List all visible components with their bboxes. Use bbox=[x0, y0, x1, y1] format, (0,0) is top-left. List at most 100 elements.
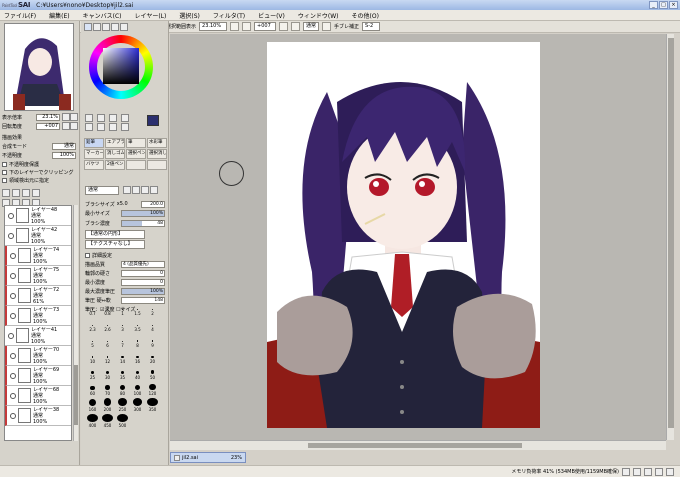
color-wheel-tab-icon[interactable] bbox=[84, 23, 92, 31]
brush-size-preset[interactable]: 2 bbox=[145, 302, 160, 316]
detail-toggle[interactable] bbox=[85, 252, 90, 258]
quality-select[interactable]: 4 (品質優先) bbox=[121, 260, 165, 268]
tool-button[interactable]: 鉛筆 bbox=[84, 138, 104, 148]
tool-button[interactable] bbox=[126, 160, 146, 170]
opacity-field[interactable]: 100% bbox=[52, 151, 76, 159]
menu-file[interactable]: ファイル(F) bbox=[4, 11, 36, 20]
navigator-preview[interactable] bbox=[4, 23, 74, 111]
menu-other[interactable]: その他(O) bbox=[352, 11, 379, 20]
brush-size-preset[interactable]: 6 bbox=[100, 334, 115, 348]
layer-row[interactable]: レイヤー72 通常 61% bbox=[5, 286, 71, 306]
menu-select[interactable]: 選択(S) bbox=[179, 11, 200, 20]
protect-checkbox[interactable] bbox=[2, 161, 7, 167]
merge-icon[interactable] bbox=[32, 189, 40, 197]
brush-size-preset[interactable]: 200 bbox=[100, 398, 115, 412]
primary-color-swatch[interactable] bbox=[147, 115, 159, 126]
brush-size-preset[interactable]: 3.5 bbox=[130, 318, 145, 332]
visibility-eye-icon[interactable] bbox=[10, 372, 16, 379]
shape-medium-icon[interactable] bbox=[132, 186, 140, 194]
max-pressure-slider[interactable]: 100% bbox=[121, 287, 165, 295]
tool-button[interactable]: 消しゴム bbox=[105, 149, 125, 159]
magic-wand-icon[interactable] bbox=[109, 114, 117, 122]
blend-mode-field[interactable]: 通常 bbox=[303, 22, 320, 31]
min-density-slider[interactable]: 0 bbox=[121, 278, 165, 286]
swatch-tab-icon[interactable] bbox=[111, 23, 119, 31]
shape-round-icon[interactable] bbox=[123, 186, 131, 194]
layer-row[interactable]: レイヤー38 通常 100% bbox=[5, 406, 71, 426]
move-icon[interactable] bbox=[85, 123, 93, 131]
brush-size-preset[interactable]: 30 bbox=[100, 366, 115, 380]
zoom-tool-icon[interactable] bbox=[97, 123, 105, 131]
new-folder-icon[interactable] bbox=[22, 189, 30, 197]
brush-size-preset[interactable]: 25 bbox=[85, 366, 100, 380]
tool-button[interactable]: 選択ペン bbox=[126, 149, 146, 159]
visibility-eye-icon[interactable] bbox=[10, 292, 16, 299]
hand-icon[interactable] bbox=[121, 123, 129, 131]
close-button[interactable]: × bbox=[669, 1, 678, 9]
file-tab[interactable]: jil2.sai 23% bbox=[170, 452, 246, 463]
zoom-field[interactable]: 23.10% bbox=[199, 22, 228, 31]
layer-row[interactable]: レイヤー42 通常 100% bbox=[5, 226, 71, 246]
tool-button[interactable]: 水彩筆 bbox=[147, 138, 167, 148]
brush-size-preset[interactable]: 60 bbox=[85, 382, 100, 396]
rotate-tool-icon[interactable] bbox=[109, 123, 117, 131]
select-rect-icon[interactable] bbox=[85, 114, 93, 122]
menu-filter[interactable]: フィルタ(T) bbox=[213, 11, 245, 20]
visibility-eye-icon[interactable] bbox=[10, 352, 16, 359]
shape-square-icon[interactable] bbox=[150, 186, 158, 194]
tool-button[interactable]: バケツ bbox=[84, 160, 104, 170]
brush-size-field[interactable]: 200.0 bbox=[141, 200, 165, 208]
brush-size-preset[interactable]: 9 bbox=[145, 334, 160, 348]
layer-row[interactable]: レイヤー68 通常 100% bbox=[5, 386, 71, 406]
brush-size-preset[interactable]: 8 bbox=[130, 334, 145, 348]
visibility-eye-icon[interactable] bbox=[10, 312, 16, 319]
visibility-eye-icon[interactable] bbox=[8, 232, 14, 239]
tool-button[interactable]: エアブラシ bbox=[105, 138, 125, 148]
stabilizer-field[interactable]: S-2 bbox=[362, 22, 381, 31]
brush-size-preset[interactable]: 40 bbox=[130, 366, 145, 380]
canvas-hscrollbar[interactable] bbox=[170, 440, 666, 450]
brush-size-preset[interactable]: 500 bbox=[115, 414, 130, 428]
canvas-vscrollbar[interactable] bbox=[666, 34, 674, 440]
brush-size-preset[interactable]: 70 bbox=[100, 382, 115, 396]
minimize-button[interactable]: _ bbox=[649, 1, 658, 9]
brush-size-preset[interactable]: 450 bbox=[100, 414, 115, 428]
layer-scrollbar[interactable] bbox=[73, 205, 78, 441]
ref-checkbox[interactable] bbox=[2, 177, 7, 183]
brush-size-preset[interactable]: 3 bbox=[115, 318, 130, 332]
brush-size-preset[interactable]: 80 bbox=[115, 382, 130, 396]
canvas-hscroll-thumb[interactable] bbox=[308, 443, 522, 448]
tool-button[interactable] bbox=[147, 160, 167, 170]
hardness-slider[interactable]: 0 bbox=[121, 269, 165, 277]
brush-size-preset[interactable]: 12 bbox=[100, 350, 115, 364]
layer-row[interactable]: レイヤー69 通常 100% bbox=[5, 366, 71, 386]
rotate-left-button[interactable] bbox=[279, 22, 289, 31]
layer-row[interactable]: レイヤー48 通常 100% bbox=[5, 206, 71, 226]
flip-button[interactable] bbox=[322, 22, 332, 31]
nav-zoom-minus-icon[interactable] bbox=[62, 113, 70, 121]
nav-rotate-right-icon[interactable] bbox=[70, 122, 78, 130]
clip-checkbox[interactable] bbox=[2, 169, 7, 175]
layer-row[interactable]: レイヤー41 通常 100% bbox=[5, 326, 71, 346]
brush-size-preset[interactable]: 1 bbox=[115, 302, 130, 316]
layer-row[interactable]: レイヤー74 通常 100% bbox=[5, 246, 71, 266]
rgb-slider-tab-icon[interactable] bbox=[93, 23, 101, 31]
nav-rotate-left-icon[interactable] bbox=[62, 122, 70, 130]
brush-size-preset[interactable]: 5 bbox=[85, 334, 100, 348]
angle-field[interactable]: +007 bbox=[254, 22, 277, 31]
shape-flat-icon[interactable] bbox=[141, 186, 149, 194]
brush-size-mult[interactable]: x5.0 bbox=[117, 201, 128, 207]
new-linework-icon[interactable] bbox=[12, 189, 20, 197]
eyedropper-icon[interactable] bbox=[121, 114, 129, 122]
menu-view[interactable]: ビュー(V) bbox=[258, 11, 285, 20]
visibility-eye-icon[interactable] bbox=[10, 392, 16, 399]
visibility-eye-icon[interactable] bbox=[10, 272, 16, 279]
brush-size-preset[interactable]: 0.8 bbox=[100, 302, 115, 316]
nav-zoom-plus-icon[interactable] bbox=[70, 113, 78, 121]
menu-layer[interactable]: レイヤー(L) bbox=[135, 11, 167, 20]
hsv-slider-tab-icon[interactable] bbox=[102, 23, 110, 31]
canvas-area[interactable] bbox=[170, 34, 666, 440]
lasso-icon[interactable] bbox=[97, 114, 105, 122]
tool-button[interactable]: マーカー bbox=[84, 149, 104, 159]
brush-size-preset[interactable]: 100 bbox=[130, 382, 145, 396]
